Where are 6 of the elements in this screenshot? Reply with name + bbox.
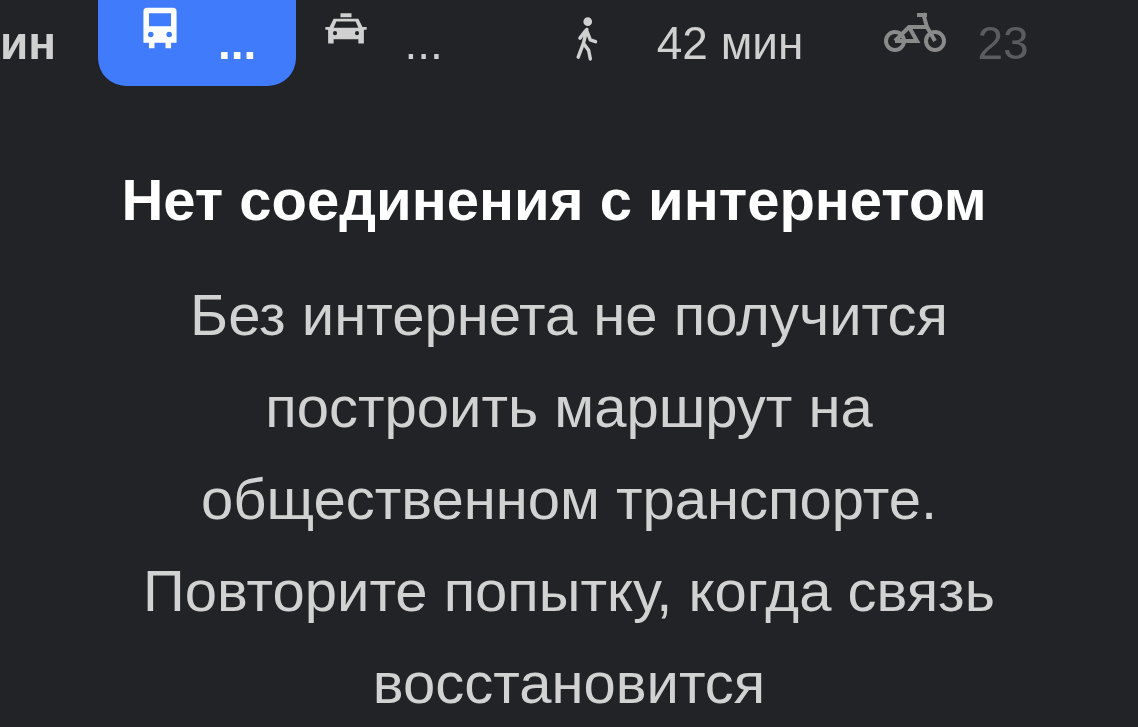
transport-tab[interactable]: ин (0, 0, 57, 86)
transport-tab[interactable]: ... (98, 0, 297, 86)
error-title: Нет соединения с интернетом (120, 166, 988, 233)
transport-tab[interactable]: ... (324, 0, 483, 86)
transport-tab[interactable]: 42 мин (572, 0, 844, 86)
error-message: Без интернета не получится построить маршрут на общественном транспорте. Повторите попытку, когда связь восстановится (142, 281, 996, 717)
